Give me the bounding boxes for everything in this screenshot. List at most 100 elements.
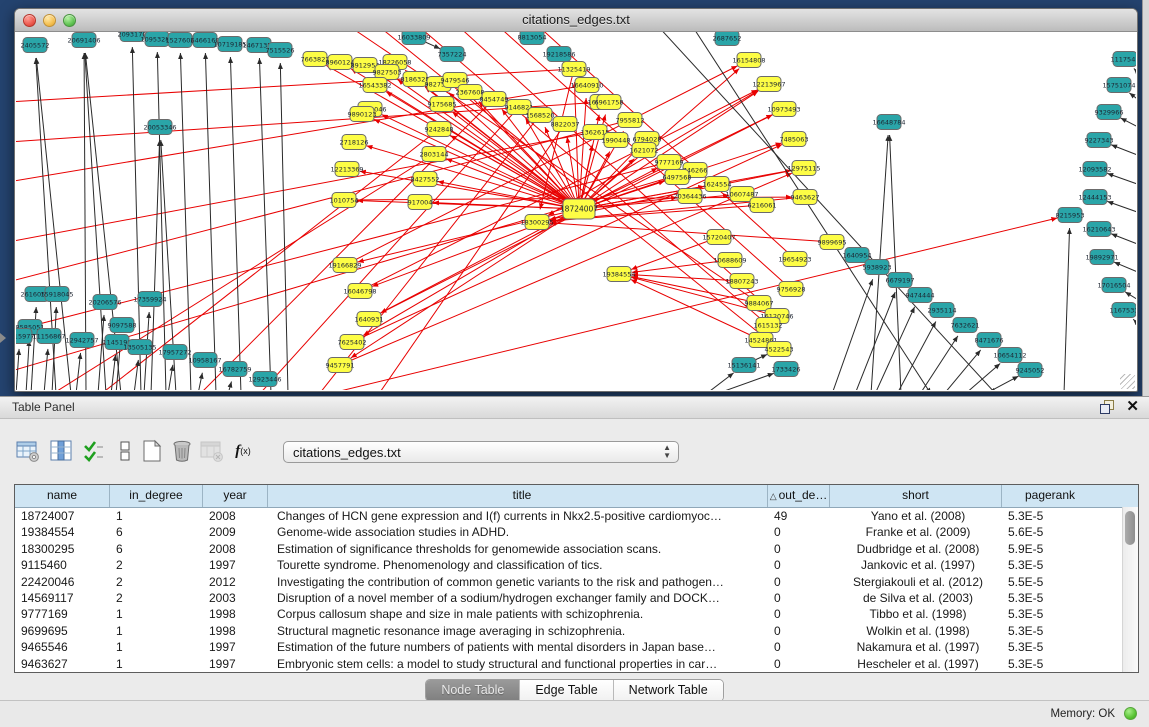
node-label: 17359924	[133, 295, 166, 303]
cell-title: Corpus callosum shape and size in male p…	[268, 606, 768, 622]
column-header-out_de[interactable]: △out_de…	[768, 485, 830, 507]
table-row[interactable]: 977716911998Corpus callosum shape and si…	[15, 606, 1138, 622]
node-label: 1117543	[1111, 55, 1136, 63]
node-label: 9245052	[1016, 366, 1045, 374]
node-label: 19384554	[602, 270, 635, 278]
delete-table-disabled-icon	[200, 439, 224, 463]
edge	[1134, 68, 1136, 75]
table-row[interactable]: 969969511998Structural magnetic resonanc…	[15, 623, 1138, 639]
cell-out_de: 0	[768, 541, 830, 557]
right-panel-edge	[1142, 0, 1149, 396]
tab-network-table[interactable]: Network Table	[614, 680, 723, 701]
table-row[interactable]: 946362711997Embryonic stem cells: a mode…	[15, 656, 1138, 672]
column-header-short[interactable]: short	[830, 485, 1002, 507]
node-label: 6216061	[748, 201, 777, 209]
node-label: 1621072	[630, 146, 659, 154]
table-toolbar: f(x) citations_edges.txt ▲▼	[0, 419, 1149, 477]
column-header-title[interactable]: title	[268, 485, 768, 507]
node-label: 8454749	[480, 95, 509, 103]
cell-in_degree: 1	[110, 606, 203, 622]
table-vertical-scrollbar[interactable]	[1122, 507, 1138, 672]
edge	[198, 373, 202, 390]
select-columns-icon[interactable]	[82, 439, 106, 463]
edge	[1107, 201, 1136, 213]
node-label: 9457791	[326, 361, 355, 369]
column-header-pagerank[interactable]: pagerank	[1002, 485, 1098, 507]
node-label: 18807243	[725, 277, 758, 285]
network-window[interactable]: citations_edges.txt 24055722069140620931…	[14, 8, 1138, 392]
memory-ok-indicator	[1124, 707, 1137, 720]
node-label: 20691406	[67, 36, 100, 44]
node-label: 2687652	[713, 34, 742, 42]
node-label: 7625402	[338, 338, 367, 346]
scrollbar-thumb[interactable]	[1125, 511, 1135, 545]
window-resize-grip[interactable]	[1120, 374, 1135, 389]
cell-title: Disruption of a novel member of a sodium…	[268, 590, 768, 606]
table-row[interactable]: 1872400712008Changes of HCN gene express…	[15, 508, 1138, 524]
new-file-icon[interactable]	[140, 439, 164, 463]
node-label: 15751074	[1102, 81, 1135, 89]
cell-name: 9463627	[15, 656, 110, 672]
table-row[interactable]: 1456911722003Disruption of a novel membe…	[15, 590, 1138, 606]
node-table-body: 1872400712008Changes of HCN gene express…	[15, 508, 1138, 672]
citation-network-graph[interactable]: 2405572206914062093170109532871527602646…	[16, 32, 1136, 390]
node-label: 9777169	[655, 158, 684, 166]
edge	[706, 373, 734, 390]
edge	[1121, 118, 1136, 128]
column-header-name[interactable]: name	[15, 485, 110, 507]
table-row[interactable]: 1830029562008Estimation of significance …	[15, 541, 1138, 557]
network-canvas[interactable]: 2405572206914062093170109532871527602646…	[16, 32, 1136, 390]
node-table-header[interactable]: namein_degreeyeartitle△out_de…shortpager…	[15, 485, 1138, 508]
node-label: 1733426	[772, 365, 801, 373]
column-settings-icon[interactable]	[49, 439, 73, 463]
tab-node-table[interactable]: Node Table	[426, 680, 520, 701]
node-label: 12975115	[787, 164, 820, 172]
node-label: 10654112	[993, 351, 1026, 359]
table-row[interactable]: 946554611997Estimation of the future num…	[15, 639, 1138, 655]
edge	[965, 364, 1000, 390]
cell-pagerank: 5.9E-5	[1002, 541, 1098, 557]
function-builder-icon[interactable]: f(x)	[231, 439, 255, 463]
cell-name: 18724007	[15, 508, 110, 524]
column-header-in_degree[interactable]: in_degree	[110, 485, 203, 507]
selected-edge	[351, 209, 579, 358]
node-label: 16648784	[872, 118, 905, 126]
edge	[1133, 319, 1136, 326]
node-label: 16046798	[343, 287, 376, 295]
cytoscape-app: citations_edges.txt 24055722069140620931…	[0, 0, 1149, 727]
delete-trash-icon[interactable]	[170, 439, 194, 463]
cell-out_de: 0	[768, 557, 830, 573]
edge	[832, 279, 873, 390]
table-row[interactable]: 911546021997Tourette syndrome. Phenomeno…	[15, 557, 1138, 573]
edge	[1111, 234, 1136, 245]
table-row[interactable]: 1938455462009Genome-wide association stu…	[15, 524, 1138, 540]
dropdown-arrows-icon: ▲▼	[663, 444, 671, 460]
network-window-titlebar[interactable]: citations_edges.txt	[15, 9, 1137, 32]
cell-name: 19384554	[15, 524, 110, 540]
cell-year: 1998	[203, 606, 268, 622]
node-label: 8427552	[411, 175, 440, 183]
status-bar: Memory: OK	[0, 700, 1149, 727]
cell-in_degree: 6	[110, 541, 203, 557]
node-label: 16033809	[397, 33, 430, 41]
table-row[interactable]: 2242004622012Investigating the contribut…	[15, 574, 1138, 590]
node-label: 20364436	[673, 192, 706, 200]
cell-short: Nakamura et al. (1997)	[830, 639, 1002, 655]
panel-collapse-arrow-icon[interactable]	[0, 333, 6, 343]
column-header-year[interactable]: year	[203, 485, 268, 507]
edge	[875, 307, 915, 390]
row-height-icon[interactable]	[113, 439, 137, 463]
table-tabs: Node TableEdge TableNetwork Table	[425, 679, 723, 702]
tab-edge-table[interactable]: Edge Table	[520, 680, 613, 701]
close-panel-icon[interactable]: ✕	[1126, 399, 1139, 415]
table-selector-dropdown[interactable]: citations_edges.txt ▲▼	[283, 441, 679, 463]
table-settings-icon[interactable]	[16, 439, 40, 463]
cell-pagerank: 5.3E-5	[1002, 557, 1098, 573]
node-label: 9884067	[745, 299, 774, 307]
float-panel-icon[interactable]	[1100, 400, 1114, 414]
cell-short: Franke et al. (2009)	[830, 524, 1002, 540]
node-label: 2718126	[340, 138, 369, 146]
node-label: 16543382	[358, 81, 391, 89]
edge	[26, 340, 29, 390]
node-label: 2803144	[420, 150, 449, 158]
